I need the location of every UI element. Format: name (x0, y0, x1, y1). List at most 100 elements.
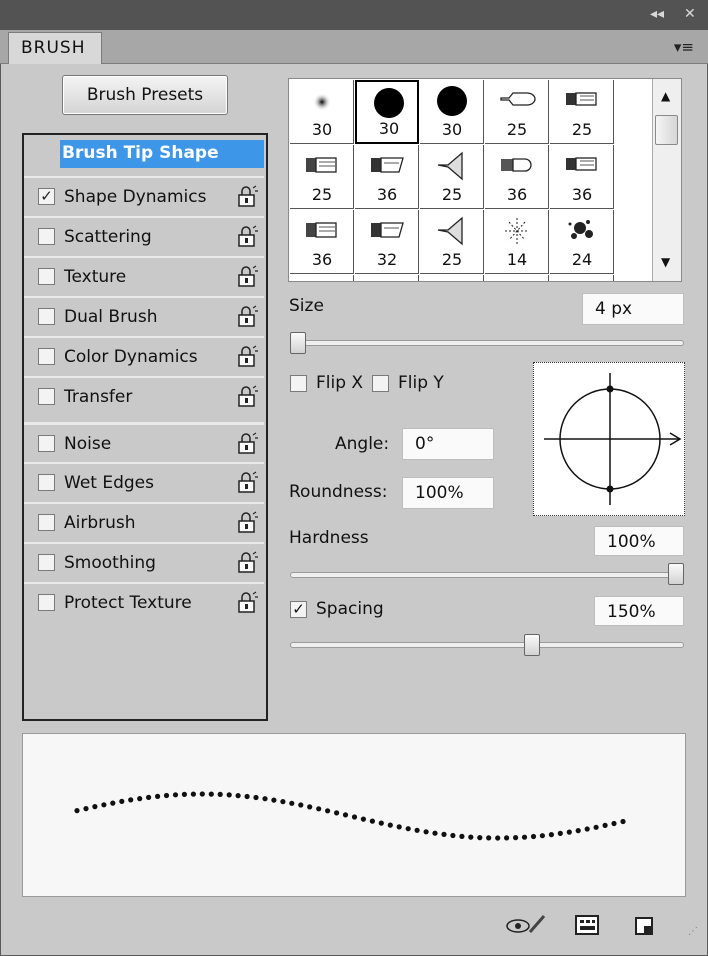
option-item[interactable]: Protect Texture (24, 582, 264, 620)
tab-strip (0, 30, 708, 64)
option-checkbox[interactable] (38, 348, 55, 365)
option-checkbox[interactable] (38, 228, 55, 245)
option-checkbox[interactable] (38, 268, 55, 285)
stroke-dot (539, 833, 546, 839)
option-checkbox[interactable] (38, 435, 55, 452)
option-item[interactable]: Transfer (24, 376, 264, 414)
angle-field[interactable]: 0° (402, 428, 494, 460)
lock-icon[interactable] (236, 184, 260, 208)
hardness-slider-thumb[interactable] (668, 563, 684, 585)
brush-tip-cell[interactable]: 30 (290, 80, 354, 144)
lock-icon[interactable] (236, 590, 260, 614)
lock-icon[interactable] (236, 224, 260, 248)
brush-tip-cell[interactable]: 25 (420, 210, 484, 274)
stroke-preview-canvas (74, 791, 626, 841)
brush-tip-cell[interactable] (485, 275, 549, 281)
lock-icon[interactable] (236, 510, 260, 534)
lock-icon[interactable] (236, 431, 260, 455)
brush-tip-cell[interactable] (550, 275, 614, 281)
brush-tip-size: 36 (376, 185, 398, 204)
new-preset-icon[interactable] (632, 912, 658, 938)
brush-presets-button[interactable]: Brush Presets (62, 75, 228, 115)
tab-brush[interactable]: BRUSH (8, 32, 102, 64)
option-item[interactable]: Wet Edges (24, 462, 264, 500)
lock-icon[interactable] (236, 470, 260, 494)
size-slider-thumb[interactable] (290, 332, 306, 354)
lock-icon[interactable] (236, 550, 260, 574)
stroke-dot (163, 792, 170, 799)
scroll-up-icon[interactable]: ▲ (661, 89, 670, 103)
spacing-field[interactable]: 150% (594, 596, 684, 626)
option-item[interactable]: Noise (24, 422, 264, 460)
stroke-dot (486, 835, 492, 841)
hardness-slider-track[interactable] (290, 572, 684, 578)
scroll-thumb[interactable] (655, 115, 678, 145)
brush-tip-cell[interactable] (355, 275, 419, 281)
brush-tip-cell[interactable]: 36 (550, 145, 614, 209)
tip-grid-scrollbar[interactable]: ▲ ▼ (652, 79, 681, 281)
fan-brush-icon (432, 149, 472, 183)
lock-icon[interactable] (236, 344, 260, 368)
scroll-down-icon[interactable]: ▼ (661, 255, 670, 269)
option-checkbox[interactable] (38, 388, 55, 405)
close-icon[interactable]: ✕ (684, 6, 696, 22)
lock-icon[interactable] (236, 384, 260, 408)
brush-tip-cell[interactable] (420, 275, 484, 281)
stroke-dot (593, 824, 599, 830)
brush-tip-cell[interactable] (290, 275, 354, 281)
brush-tip-cell[interactable]: 14 (485, 210, 549, 274)
brush-tip-cell[interactable]: 24 (550, 210, 614, 274)
hardness-field[interactable]: 100% (594, 526, 684, 556)
resize-grip-icon[interactable]: ⋰ (688, 926, 698, 937)
brush-tip-cell[interactable]: 30 (420, 80, 484, 144)
stroke-dot (441, 831, 447, 837)
option-checkbox[interactable] (38, 514, 55, 531)
stroke-dot (423, 829, 429, 835)
size-field[interactable]: 4 px (582, 293, 684, 325)
brush-tip-cell[interactable]: 25 (485, 80, 549, 144)
lock-icon[interactable] (236, 264, 260, 288)
sparkle-brush-icon (497, 214, 537, 248)
option-item[interactable]: Airbrush (24, 502, 264, 540)
option-checkbox[interactable] (38, 474, 55, 491)
brush-tip-cell[interactable]: 30 (355, 80, 419, 144)
stroke-dot (172, 792, 179, 798)
eye-brush-icon[interactable] (504, 912, 546, 938)
stroke-dot (101, 802, 107, 808)
option-checkbox[interactable]: ✓ (38, 188, 55, 205)
stroke-dot (530, 833, 537, 840)
option-checkbox[interactable] (38, 308, 55, 325)
panel-title-bar[interactable] (0, 0, 708, 30)
option-item[interactable]: Smoothing (24, 542, 264, 580)
roundness-field[interactable]: 100% (402, 477, 494, 509)
brush-tip-cell[interactable]: 32 (355, 210, 419, 274)
option-item[interactable]: Texture (24, 256, 264, 294)
grid-panel-icon[interactable] (574, 912, 600, 938)
brush-tip-cell[interactable]: 36 (485, 145, 549, 209)
spacing-slider-thumb[interactable] (524, 634, 541, 656)
panel-menu-icon[interactable]: ▾≡ (674, 38, 694, 56)
option-item[interactable]: Scattering (24, 216, 264, 254)
option-item[interactable]: Color Dynamics (24, 336, 264, 374)
collapse-icon[interactable]: ◂◂ (650, 6, 664, 22)
brush-tip-cell[interactable]: 25 (290, 145, 354, 209)
stroke-dot (298, 802, 304, 808)
flip-x-checkbox[interactable] (290, 375, 307, 392)
spacing-checkbox[interactable]: ✓ (290, 601, 307, 618)
brush-tip-size: 25 (441, 185, 463, 204)
option-checkbox[interactable] (38, 554, 55, 571)
brush-tip-shape-item[interactable]: Brush Tip Shape (60, 140, 264, 168)
size-slider-track[interactable] (290, 340, 684, 346)
option-item[interactable]: Dual Brush (24, 296, 264, 334)
option-checkbox[interactable] (38, 594, 55, 611)
brush-tip-cell[interactable]: 25 (420, 145, 484, 209)
angle-roundness-widget[interactable] (533, 362, 685, 516)
flip-y-checkbox[interactable] (372, 375, 389, 392)
brush-tip-cell[interactable]: 36 (355, 145, 419, 209)
lock-icon[interactable] (236, 304, 260, 328)
spacing-slider-track[interactable] (290, 642, 684, 648)
brush-tip-cell[interactable]: 25 (550, 80, 614, 144)
option-item[interactable]: ✓ Shape Dynamics (24, 176, 264, 214)
stroke-dot (360, 816, 366, 822)
brush-tip-cell[interactable]: 36 (290, 210, 354, 274)
